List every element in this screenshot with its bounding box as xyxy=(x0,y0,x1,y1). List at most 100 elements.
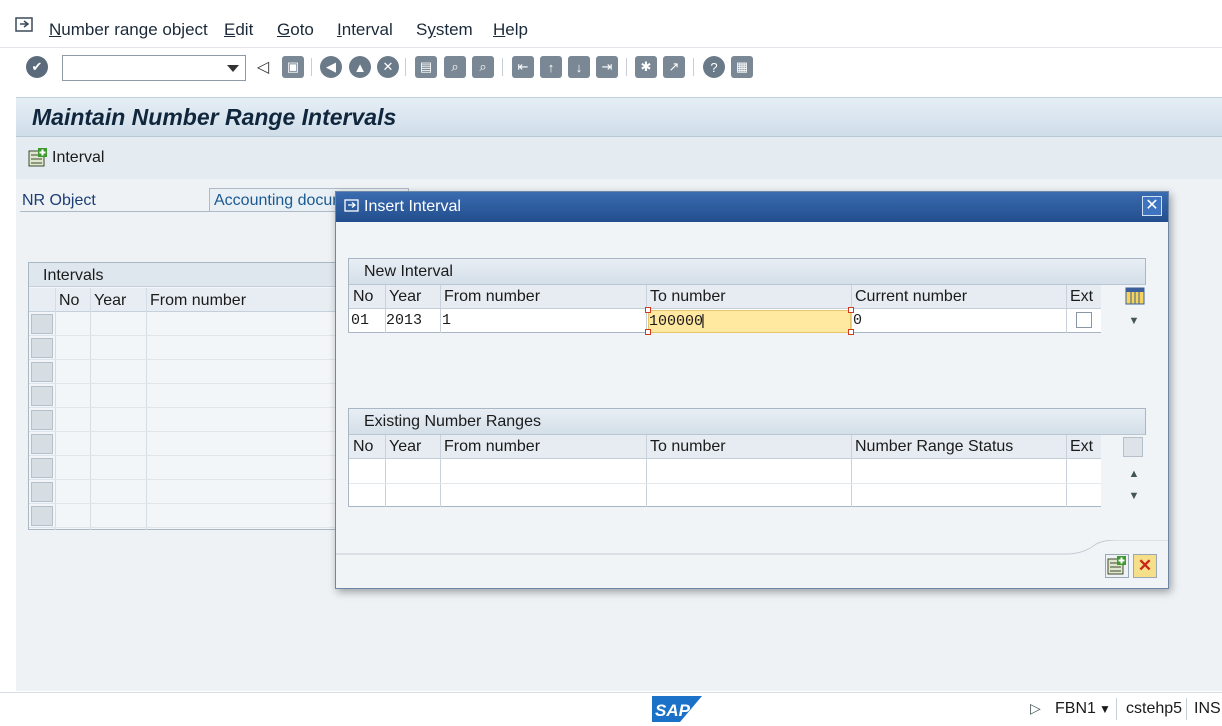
column-header-year[interactable]: Year xyxy=(94,292,126,310)
application-toolbar: Interval xyxy=(16,137,1222,179)
exit-icon[interactable]: ▲ xyxy=(349,56,371,78)
table-row[interactable] xyxy=(29,336,347,360)
dialog-footer-divider xyxy=(336,540,1168,555)
sap-logo: SAP xyxy=(652,696,702,722)
scroll-up-icon[interactable]: ▲ xyxy=(1127,467,1141,481)
dialog-title-bar: Insert Interval ✕ xyxy=(336,192,1168,222)
column-header-to-number[interactable]: To number xyxy=(650,438,726,456)
save-icon[interactable]: ▣ xyxy=(282,56,304,78)
divider xyxy=(20,211,210,212)
layout-menu-icon[interactable]: ▦ xyxy=(731,56,753,78)
table-row[interactable] xyxy=(29,504,347,528)
new-current-number-field[interactable]: 0 xyxy=(853,312,862,329)
new-no-field[interactable]: 01 xyxy=(351,312,369,329)
back-arrow-icon[interactable]: ◁ xyxy=(252,56,274,78)
column-header-no[interactable]: No xyxy=(353,288,373,306)
row-selector[interactable] xyxy=(31,434,53,454)
menu-interval[interactable]: Interval xyxy=(337,20,393,40)
find-icon[interactable]: ⌕ xyxy=(444,56,466,78)
table-row[interactable] xyxy=(29,384,347,408)
help-icon[interactable]: ? xyxy=(703,56,725,78)
intervals-caption: Intervals xyxy=(29,263,347,287)
existing-ranges-caption: Existing Number Ranges xyxy=(349,409,1145,435)
last-page-icon[interactable]: ⇥ xyxy=(596,56,618,78)
table-row[interactable] xyxy=(29,360,347,384)
column-header-from-number[interactable]: From number xyxy=(150,292,246,310)
new-from-number-field[interactable]: 1 xyxy=(442,312,451,329)
row-selector[interactable] xyxy=(31,482,53,502)
column-header-from-number[interactable]: From number xyxy=(444,438,540,456)
ext-checkbox[interactable] xyxy=(1076,312,1092,328)
column-divider xyxy=(1066,435,1067,507)
command-field[interactable] xyxy=(62,55,246,81)
menu-mnemonic: y xyxy=(427,20,436,39)
column-header-to-number[interactable]: To number xyxy=(650,288,726,306)
print-icon[interactable]: ▤ xyxy=(415,56,437,78)
server-name: cstehp5 xyxy=(1126,700,1183,717)
create-session-icon[interactable]: ✱ xyxy=(635,56,657,78)
interval-button[interactable]: Interval xyxy=(28,147,104,169)
new-interval-table: New Interval No Year From number To numb… xyxy=(348,258,1146,335)
menu-help[interactable]: Help xyxy=(493,20,528,40)
row-selector[interactable] xyxy=(31,410,53,430)
row-selector[interactable] xyxy=(31,506,53,526)
table-row[interactable] xyxy=(29,408,347,432)
chevron-down-icon[interactable]: ▼ xyxy=(1099,702,1111,716)
new-year-field[interactable]: 2013 xyxy=(386,312,422,329)
intervals-header: No Year From number xyxy=(29,288,347,312)
column-header-ext[interactable]: Ext xyxy=(1070,438,1093,456)
column-header-no[interactable]: No xyxy=(59,292,79,310)
menu-system[interactable]: System xyxy=(416,20,473,40)
previous-page-icon[interactable]: ↑ xyxy=(540,56,562,78)
interval-button-label: Interval xyxy=(52,149,105,166)
close-icon[interactable]: ✕ xyxy=(1142,196,1162,216)
menu-mnemonic: E xyxy=(224,20,236,39)
column-header-from-number[interactable]: From number xyxy=(444,288,540,306)
column-divider xyxy=(385,435,386,507)
scroll-down-icon[interactable]: ▼ xyxy=(1127,314,1141,328)
next-page-icon[interactable]: ↓ xyxy=(568,56,590,78)
shortcut-icon[interactable]: ↗ xyxy=(663,56,685,78)
table-row[interactable] xyxy=(29,456,347,480)
scroll-down-icon[interactable]: ▼ xyxy=(1127,489,1141,503)
column-divider xyxy=(440,435,441,507)
cancel-button[interactable]: ✕ xyxy=(1133,554,1157,578)
column-header-number-range-status[interactable]: Number Range Status xyxy=(855,438,1013,456)
table-settings-icon[interactable] xyxy=(1123,437,1143,457)
menu-edit[interactable]: Edit xyxy=(224,20,253,40)
toolbar-separator xyxy=(311,58,312,76)
menu-icon[interactable] xyxy=(14,16,36,34)
insert-button[interactable] xyxy=(1105,554,1129,578)
table-row[interactable] xyxy=(29,312,347,336)
first-page-icon[interactable]: ⇤ xyxy=(512,56,534,78)
cancel-icon[interactable]: ✕ xyxy=(377,56,399,78)
enter-icon[interactable]: ✔ xyxy=(26,56,48,78)
find-next-icon[interactable]: ⌕ xyxy=(472,56,494,78)
column-header-current-number[interactable]: Current number xyxy=(855,288,967,306)
table-row[interactable] xyxy=(29,480,347,504)
column-header-year[interactable]: Year xyxy=(389,438,421,456)
table-settings-icon[interactable] xyxy=(1125,287,1145,305)
column-header-no[interactable]: No xyxy=(353,438,373,456)
row-selector[interactable] xyxy=(31,314,53,334)
row-selector[interactable] xyxy=(31,362,53,382)
table-row[interactable] xyxy=(29,432,347,456)
to-number-value: 100000 xyxy=(649,313,704,330)
back-icon[interactable]: ◀ xyxy=(320,56,342,78)
existing-ranges-table: Existing Number Ranges No Year From numb… xyxy=(348,408,1146,507)
column-divider xyxy=(851,435,852,507)
row-selector[interactable] xyxy=(31,386,53,406)
menu-mnemonic: H xyxy=(493,20,506,39)
column-header-ext[interactable]: Ext xyxy=(1070,288,1093,306)
menu-number-range-object[interactable]: Number range object xyxy=(49,20,208,40)
nr-object-label: NR Object xyxy=(22,192,96,209)
new-to-number-field[interactable]: 100000 | xyxy=(648,310,851,333)
status-expand-icon[interactable]: ▷ xyxy=(1030,700,1041,717)
menu-goto[interactable]: Goto xyxy=(277,20,314,40)
column-divider xyxy=(1066,285,1067,333)
row-selector[interactable] xyxy=(31,338,53,358)
row-divider xyxy=(349,483,1101,484)
column-header-year[interactable]: Year xyxy=(389,288,421,306)
chevron-down-icon[interactable] xyxy=(227,65,239,72)
row-selector[interactable] xyxy=(31,458,53,478)
